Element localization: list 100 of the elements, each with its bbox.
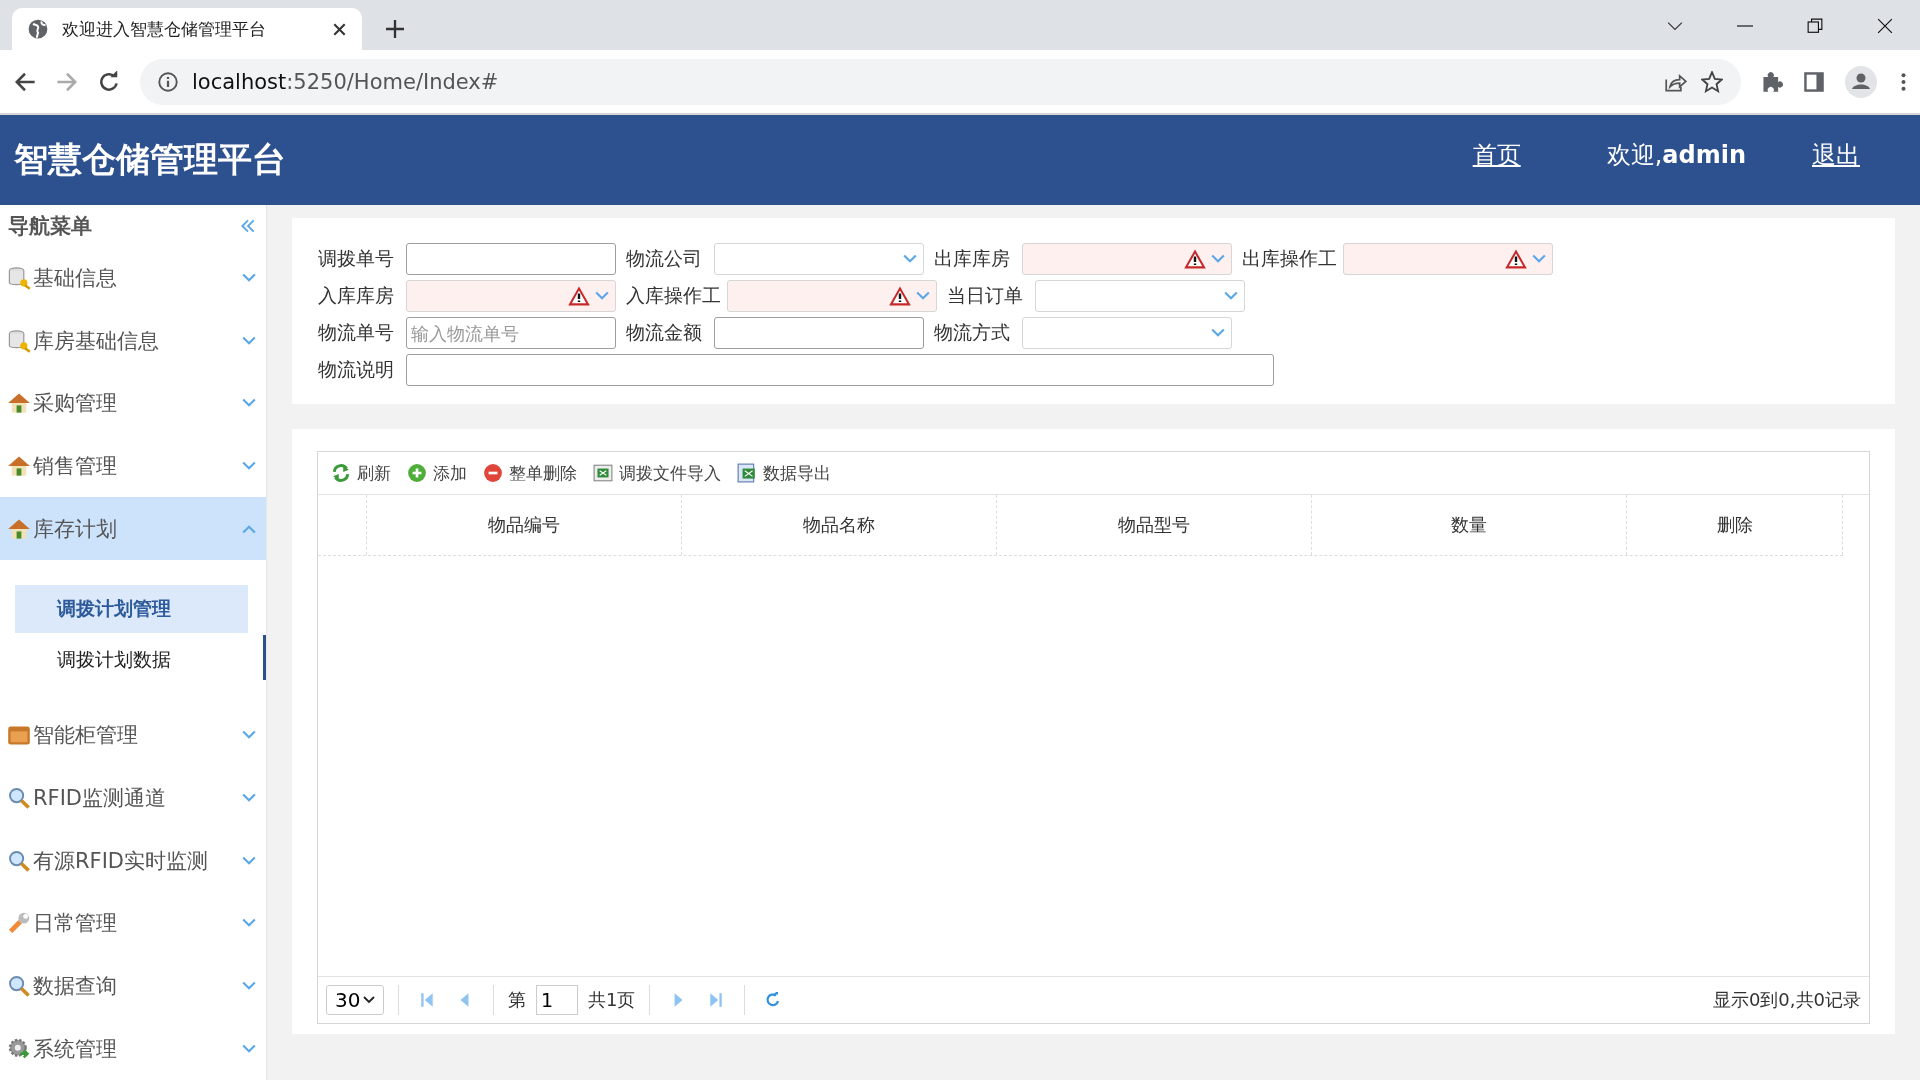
chevron-down-icon [242, 793, 256, 804]
refresh-icon [331, 463, 351, 483]
field-label: 入库操作工 [626, 283, 721, 308]
sidebar-title: 导航菜单 [8, 212, 93, 240]
reload-icon[interactable] [98, 70, 120, 93]
record-summary: 显示0到0,共0记录 [1712, 988, 1861, 1012]
profile-icon[interactable] [1845, 65, 1877, 98]
app-title: 智慧仓储管理平台 [14, 138, 286, 181]
database-key-icon [7, 266, 31, 291]
browser-tab[interactable]: 欢迎进入智慧仓储管理平台 [12, 8, 362, 50]
spreadsheet-icon [593, 463, 613, 483]
first-page-icon[interactable] [419, 992, 435, 1008]
sidebar-item[interactable]: 销售管理 [0, 434, 266, 498]
chevron-up-icon [242, 523, 256, 534]
chevron-down-icon [242, 460, 256, 471]
chevron-down-icon [242, 398, 256, 409]
toolbar-button[interactable]: 整单删除 [478, 457, 582, 489]
dropdown-field[interactable] [727, 280, 937, 312]
column-header[interactable]: 物品名称 [682, 495, 997, 555]
warning-icon [1504, 248, 1528, 270]
toolbar-button[interactable]: 添加 [402, 457, 472, 489]
dropdown-field[interactable] [1022, 243, 1232, 275]
forward-icon[interactable] [56, 70, 78, 93]
add-icon [407, 463, 427, 483]
sidebar-item[interactable]: 日常管理 [0, 892, 266, 955]
toolbar-button[interactable]: 调拨文件导入 [588, 457, 726, 489]
sidebar-item[interactable]: 库存计划 [0, 497, 266, 560]
submenu-item[interactable]: 调拨计划管理 [15, 584, 248, 633]
chevron-down-icon [242, 855, 256, 866]
menu-icon[interactable] [1901, 72, 1906, 91]
chevron-down-icon [242, 1043, 256, 1054]
globe-icon [28, 19, 48, 39]
column-header[interactable]: 数量 [1312, 495, 1627, 555]
dropdown-field[interactable] [1343, 243, 1553, 275]
collapse-icon[interactable] [240, 217, 256, 234]
dropdown-field[interactable] [1022, 317, 1232, 349]
input-field[interactable]: 输入物流单号 [406, 317, 616, 349]
database-key-icon [7, 328, 31, 353]
scrollbar-thumb[interactable] [263, 634, 266, 680]
new-tab-icon[interactable] [386, 20, 404, 38]
sidebar-item[interactable]: 有源RFID实时监测 [0, 829, 266, 893]
chevron-down-icon [242, 918, 256, 929]
remove-icon [483, 463, 503, 483]
page-size-select[interactable]: 30 [326, 985, 384, 1015]
field-label: 当日订单 [947, 283, 1024, 308]
header-link[interactable]: 首页 [1472, 139, 1521, 171]
field-label: 物流单号 [318, 320, 395, 345]
chevron-down-icon [242, 730, 256, 741]
field-label: 出库操作工 [1242, 246, 1337, 271]
search-icon [7, 786, 31, 811]
field-label: 物流方式 [934, 320, 1011, 345]
spreadsheet-icon [737, 463, 757, 483]
field-label: 物流说明 [318, 357, 395, 382]
submenu-item[interactable]: 调拨计划数据 [15, 635, 248, 684]
column-header[interactable]: 物品编号 [367, 495, 682, 555]
field-label: 物流金额 [626, 320, 703, 345]
toolbar-button[interactable]: 刷新 [326, 457, 396, 489]
address-bar[interactable]: localhost:5250/Home/Index# [140, 58, 1741, 105]
dropdown-field[interactable] [714, 243, 924, 275]
tab-title: 欢迎进入智慧仓储管理平台 [62, 17, 267, 41]
field-label: 调拨单号 [318, 246, 395, 271]
input-field[interactable] [406, 243, 616, 275]
star-icon[interactable] [1701, 70, 1723, 93]
gear-icon [7, 1036, 31, 1061]
side-panel-icon[interactable] [1803, 70, 1825, 93]
chevron-down-icon [242, 981, 256, 991]
sidebar-item[interactable]: 库房基础信息 [0, 309, 266, 372]
sidebar-item[interactable]: RFID监测通道 [0, 766, 266, 830]
welcome-text: 欢迎,admin [1606, 140, 1746, 171]
field-label: 出库库房 [934, 246, 1011, 271]
back-icon[interactable] [14, 70, 36, 93]
sidebar-item[interactable]: 基础信息 [0, 246, 266, 310]
restore-icon[interactable] [1807, 18, 1823, 34]
puzzle-icon[interactable] [1761, 70, 1783, 93]
input-field[interactable] [406, 354, 1274, 386]
input-field[interactable] [714, 317, 924, 349]
search-icon [7, 848, 31, 873]
warning-icon [1183, 248, 1207, 270]
page-number-field[interactable]: 1 [536, 985, 578, 1015]
sidebar-item[interactable]: 采购管理 [0, 372, 266, 435]
column-header[interactable]: 物品型号 [997, 495, 1312, 555]
sidebar-item[interactable]: 系统管理 [0, 1017, 266, 1080]
toolbar-button[interactable]: 数据导出 [732, 457, 836, 489]
warning-icon [567, 285, 591, 307]
dropdown-field[interactable] [1035, 280, 1245, 312]
dropdown-field[interactable] [406, 280, 616, 312]
warning-icon [888, 285, 912, 307]
field-label: 物流公司 [626, 246, 703, 271]
field-label: 入库库房 [318, 283, 395, 308]
page-label: 第 [508, 988, 526, 1012]
close-icon[interactable] [1877, 18, 1893, 34]
chevron-down-icon [242, 273, 256, 284]
header-link[interactable]: 退出 [1812, 139, 1860, 171]
info-icon [158, 71, 178, 92]
column-header[interactable]: 删除 [1627, 495, 1843, 555]
house-icon [7, 391, 31, 416]
sidebar-item[interactable]: 智能柜管理 [0, 704, 266, 767]
last-page-icon[interactable] [708, 992, 725, 1008]
sidebar-item[interactable]: 数据查询 [0, 954, 266, 1018]
close-icon[interactable] [333, 22, 346, 36]
